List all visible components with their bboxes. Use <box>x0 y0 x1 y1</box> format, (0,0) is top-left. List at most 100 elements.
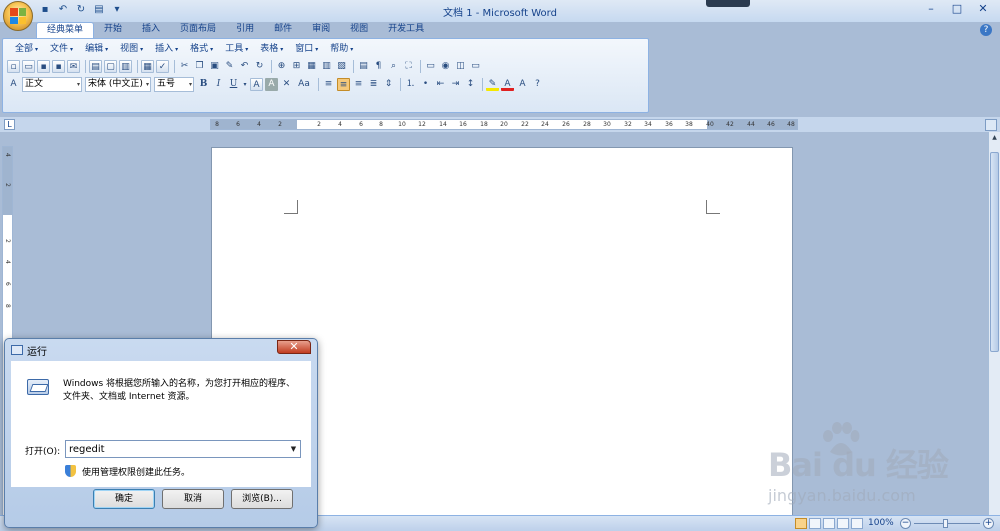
tab-developer[interactable]: 开发工具 <box>378 22 434 38</box>
outline-icon[interactable] <box>837 518 849 529</box>
line-spacing-icon[interactable]: ⇕ <box>382 78 395 91</box>
full-screen-icon[interactable]: ⛶ <box>402 60 415 73</box>
menu-window[interactable]: 窗口 ▾ <box>289 43 324 55</box>
copy-icon[interactable]: ❐ <box>193 60 206 73</box>
menu-all[interactable]: 全部 ▾ <box>9 43 44 55</box>
font-color-icon[interactable]: A <box>501 78 514 91</box>
italic-button[interactable]: I <box>212 78 225 91</box>
bold-button[interactable]: B <box>197 78 210 91</box>
help-icon[interactable]: ? <box>980 24 992 36</box>
document-map-icon[interactable]: ▤ <box>357 60 370 73</box>
clip-art-icon[interactable]: ◉ <box>439 60 452 73</box>
sort-icon[interactable]: ↕ <box>464 78 477 91</box>
justify-icon[interactable]: ≣ <box>367 78 380 91</box>
close-button[interactable]: ✕ <box>970 0 996 18</box>
research-icon[interactable]: ▦ <box>141 59 154 73</box>
maximize-button[interactable]: □ <box>944 0 970 18</box>
style-combo[interactable]: 正文 ▾ <box>22 76 82 92</box>
menu-view[interactable]: 视图 ▾ <box>114 43 149 55</box>
bullets-icon[interactable]: • <box>419 78 432 91</box>
character-scaling-icon[interactable]: ✕ <box>280 78 293 91</box>
tab-home[interactable]: 开始 <box>94 22 132 38</box>
underline-dropdown-icon[interactable]: ▾ <box>242 78 248 91</box>
cancel-button[interactable]: 取消 <box>162 489 224 509</box>
open-input[interactable] <box>65 440 301 458</box>
zoom-slider-thumb[interactable] <box>943 519 948 528</box>
character-border-icon[interactable]: A <box>250 77 263 91</box>
zoom-icon[interactable]: ⌕ <box>387 60 400 73</box>
align-right-icon[interactable]: ≡ <box>352 78 365 91</box>
menu-format[interactable]: 格式 ▾ <box>184 43 219 55</box>
tab-review[interactable]: 审阅 <box>302 22 340 38</box>
insert-table-icon[interactable]: ▦ <box>305 60 318 73</box>
text-effects-icon[interactable]: A <box>516 78 529 91</box>
menu-file[interactable]: 文件 ▾ <box>44 43 79 55</box>
web-layout-icon[interactable] <box>823 518 835 529</box>
font-combo[interactable]: 宋体 (中文正) ▾ <box>85 76 151 92</box>
permission-icon[interactable]: ▪ <box>52 59 65 73</box>
save-icon[interactable]: ▪ <box>37 59 50 73</box>
tab-classic-menu[interactable]: 经典菜单 <box>36 22 95 38</box>
increase-indent-icon[interactable]: ⇥ <box>449 78 462 91</box>
menu-help[interactable]: 帮助 ▾ <box>324 43 359 55</box>
hyperlink-icon[interactable]: ⊕ <box>275 60 288 73</box>
vertical-scrollbar[interactable]: ▲ <box>988 132 1000 515</box>
tab-references[interactable]: 引用 <box>226 22 264 38</box>
paste-icon[interactable]: ▣ <box>208 60 221 73</box>
tab-mailings[interactable]: 邮件 <box>264 22 302 38</box>
change-case-button[interactable]: Aa <box>295 78 313 91</box>
open-icon[interactable]: ▭ <box>22 59 35 73</box>
font-size-combo[interactable]: 五号 ▾ <box>154 76 194 92</box>
scroll-up-icon[interactable]: ▲ <box>990 134 999 143</box>
character-shading-icon[interactable]: A <box>265 77 278 91</box>
highlight-icon[interactable]: ✎ <box>486 78 499 91</box>
tab-view[interactable]: 视图 <box>340 22 378 38</box>
show-hide-icon[interactable]: ¶ <box>372 60 385 73</box>
email-icon[interactable]: ✉ <box>67 59 80 73</box>
styles-icon[interactable]: A <box>7 78 20 91</box>
scrollbar-thumb[interactable] <box>990 152 999 352</box>
zoom-out-button[interactable]: − <box>900 518 911 529</box>
numbering-icon[interactable]: ⒈ <box>404 78 417 91</box>
undo-icon[interactable]: ↶ <box>238 60 251 73</box>
draft-icon[interactable] <box>851 518 863 529</box>
chevron-down-icon[interactable]: ▼ <box>287 441 300 457</box>
browse-button[interactable]: 浏览(B)... <box>231 489 293 509</box>
full-reading-icon[interactable] <box>809 518 821 529</box>
page-setup-icon[interactable]: ▥ <box>119 59 132 73</box>
print-preview-icon[interactable]: ▢ <box>104 59 117 73</box>
menu-insert[interactable]: 插入 ▾ <box>149 43 184 55</box>
new-document-icon[interactable]: ▫ <box>7 59 20 73</box>
align-center-icon[interactable]: ≡ <box>337 77 350 91</box>
tab-page-layout[interactable]: 页面布局 <box>170 22 226 38</box>
tab-stop-selector[interactable]: L <box>4 119 15 130</box>
zoom-level[interactable]: 100% <box>868 518 894 528</box>
tab-insert[interactable]: 插入 <box>132 22 170 38</box>
format-painter-icon[interactable]: ✎ <box>223 60 236 73</box>
envelope-icon[interactable]: ▭ <box>469 60 482 73</box>
ok-button[interactable]: 确定 <box>93 489 155 509</box>
print-icon[interactable]: ▤ <box>89 59 102 73</box>
office-button[interactable] <box>3 1 33 31</box>
zoom-in-button[interactable]: + <box>983 518 994 529</box>
menu-edit[interactable]: 编辑 ▾ <box>79 43 114 55</box>
decrease-indent-icon[interactable]: ⇤ <box>434 78 447 91</box>
redo-icon[interactable]: ↻ <box>253 60 266 73</box>
cut-icon[interactable]: ✂ <box>178 60 191 73</box>
text-box-icon[interactable]: ◫ <box>454 60 467 73</box>
menu-tools[interactable]: 工具 ▾ <box>219 43 254 55</box>
print-layout-icon[interactable] <box>795 518 807 529</box>
underline-button[interactable]: U <box>227 78 240 91</box>
align-left-icon[interactable]: ≡ <box>322 78 335 91</box>
horizontal-ruler[interactable]: 8 6 4 2 2 4 6 8 10 12 14 16 18 20 22 24 … <box>210 119 798 130</box>
help-icon[interactable]: ? <box>531 78 544 91</box>
menu-table[interactable]: 表格 ▾ <box>254 43 289 55</box>
drawing-icon[interactable]: ▧ <box>335 60 348 73</box>
minimize-button[interactable]: – <box>918 0 944 18</box>
dialog-close-button[interactable]: ✕ <box>277 340 311 354</box>
table-icon[interactable]: ⊞ <box>290 60 303 73</box>
folder-icon[interactable]: ▭ <box>424 60 437 73</box>
view-ruler-icon[interactable] <box>985 119 997 131</box>
spelling-icon[interactable]: ✓ <box>156 59 169 73</box>
columns-icon[interactable]: ▥ <box>320 60 333 73</box>
